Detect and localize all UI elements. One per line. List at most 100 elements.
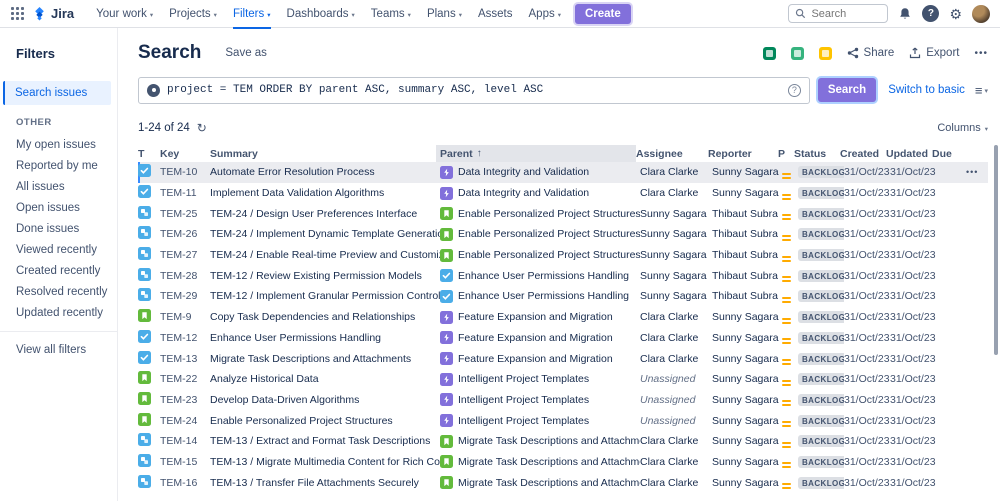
column-header-status[interactable]: Status [794,145,840,162]
nav-item-dashboards[interactable]: Dashboards▾ [279,0,363,28]
issue-key[interactable]: TEM-24 [160,415,210,427]
issue-key[interactable]: TEM-12 [160,332,210,344]
issue-parent[interactable]: Migrate Task Descriptions and Attachment… [440,455,640,468]
issue-key[interactable]: TEM-13 [160,353,210,365]
issue-parent[interactable]: Feature Expansion and Migration [440,352,640,365]
help-icon[interactable]: ? [922,5,939,22]
issue-summary[interactable]: TEM-13 / Extract and Format Task Descrip… [210,435,440,447]
issue-summary[interactable]: TEM-12 / Implement Granular Permission C… [210,290,440,302]
issue-row-tem-25[interactable]: TEM-25TEM-24 / Design User Preferences I… [138,203,988,224]
issue-parent[interactable]: Migrate Task Descriptions and Attachment… [440,435,640,448]
issue-summary[interactable]: Automate Error Resolution Process [210,166,440,178]
issue-parent[interactable]: Intelligent Project Templates [440,393,640,406]
columns-button[interactable]: Columns ▾ [937,122,988,134]
issue-summary[interactable]: TEM-24 / Enable Real-time Preview and Cu… [210,249,440,261]
global-search-input[interactable] [811,8,881,20]
issue-row-tem-22[interactable]: TEM-22Analyze Historical DataIntelligent… [138,369,988,390]
issue-summary[interactable]: Analyze Historical Data [210,373,440,385]
share-button[interactable]: Share [847,47,895,59]
refresh-icon[interactable]: ↻ [197,121,207,135]
issue-row-tem-23[interactable]: TEM-23Develop Data-Driven AlgorithmsInte… [138,390,988,411]
nav-item-filters[interactable]: Filters▾ [225,0,279,28]
column-header-t[interactable]: T [138,145,160,162]
issue-parent[interactable]: Enable Personalized Project Structures [440,207,640,220]
issue-key[interactable]: TEM-14 [160,435,210,447]
issue-summary[interactable]: Develop Data-Driven Algorithms [210,394,440,406]
issue-key[interactable]: TEM-15 [160,456,210,468]
issue-row-tem-28[interactable]: TEM-28TEM-12 / Review Existing Permissio… [138,265,988,286]
issue-key[interactable]: TEM-22 [160,373,210,385]
issue-row-tem-16[interactable]: TEM-16TEM-13 / Transfer File Attachments… [138,472,988,493]
issue-parent[interactable]: Data Integrity and Validation [440,166,640,179]
column-header-assignee[interactable]: Assignee [636,145,708,162]
addon-app-icon-2[interactable] [791,47,804,60]
syntax-help-icon[interactable]: ? [788,84,801,97]
issue-row-tem-11[interactable]: TEM-11Implement Data Validation Algorith… [138,183,988,204]
issue-parent[interactable]: Enhance User Permissions Handling [440,269,640,282]
issue-row-tem-14[interactable]: TEM-14TEM-13 / Extract and Format Task D… [138,431,988,452]
issue-parent[interactable]: Data Integrity and Validation [440,187,640,200]
column-header-parent[interactable]: Parent↑ [436,145,636,162]
sidebar-item-viewed-recently[interactable]: Viewed recently [0,239,117,260]
issue-summary[interactable]: Copy Task Dependencies and Relationships [210,311,440,323]
issue-summary[interactable]: Migrate Task Descriptions and Attachment… [210,353,440,365]
row-actions-icon[interactable]: ••• [966,167,978,177]
issue-key[interactable]: TEM-28 [160,270,210,282]
issue-row-tem-12[interactable]: TEM-12Enhance User Permissions HandlingF… [138,328,988,349]
issue-summary[interactable]: TEM-12 / Review Existing Permission Mode… [210,270,440,282]
column-header-created[interactable]: Created [840,145,886,162]
issue-summary[interactable]: TEM-13 / Migrate Multimedia Content for … [210,456,440,468]
nav-item-teams[interactable]: Teams▾ [363,0,419,28]
issue-parent[interactable]: Intelligent Project Templates [440,373,640,386]
nav-item-your-work[interactable]: Your work▾ [88,0,161,28]
settings-gear-icon[interactable]: ⚙ [949,7,962,21]
issue-parent[interactable]: Enable Personalized Project Structures [440,228,640,241]
column-header-reporter[interactable]: Reporter [708,145,778,162]
issue-parent[interactable]: Enable Personalized Project Structures [440,249,640,262]
issue-row-tem-9[interactable]: TEM-9Copy Task Dependencies and Relation… [138,307,988,328]
issue-key[interactable]: TEM-16 [160,477,210,489]
header-more-icon[interactable]: ••• [974,48,988,59]
app-switcher-icon[interactable] [10,6,26,22]
sidebar-item-reported-by-me[interactable]: Reported by me [0,155,117,176]
column-header-due[interactable]: Due [932,145,962,162]
issue-parent[interactable]: Feature Expansion and Migration [440,311,640,324]
issue-key[interactable]: TEM-26 [160,228,210,240]
search-button[interactable]: Search [818,78,876,102]
issue-parent[interactable]: Migrate Task Descriptions and Attachment… [440,476,640,489]
issue-key[interactable]: TEM-11 [160,187,210,199]
save-as-button[interactable]: Save as [225,47,267,59]
jql-input[interactable] [167,84,781,96]
column-header-updated[interactable]: Updated [886,145,932,162]
sidebar-item-created-recently[interactable]: Created recently [0,260,117,281]
issue-row-tem-29[interactable]: TEM-29TEM-12 / Implement Granular Permis… [138,286,988,307]
issue-summary[interactable]: TEM-24 / Implement Dynamic Template Gene… [210,228,440,240]
create-button[interactable]: Create [575,4,631,24]
issue-summary[interactable]: TEM-13 / Transfer File Attachments Secur… [210,477,440,489]
scrollbar-thumb[interactable] [994,145,998,355]
issue-parent[interactable]: Intelligent Project Templates [440,414,640,427]
nav-item-assets[interactable]: Assets [470,0,521,28]
issue-parent[interactable]: Feature Expansion and Migration [440,331,640,344]
addon-app-icon-1[interactable] [763,47,776,60]
nav-item-plans[interactable]: Plans▾ [419,0,470,28]
view-options-icon[interactable]: ≡ ▾ [965,83,988,98]
issue-parent[interactable]: Enhance User Permissions Handling [440,290,640,303]
issue-row-tem-15[interactable]: TEM-15TEM-13 / Migrate Multimedia Conten… [138,452,988,473]
sidebar-item-done-issues[interactable]: Done issues [0,218,117,239]
jql-query-box[interactable]: ? [138,77,810,104]
issue-row-tem-26[interactable]: TEM-26TEM-24 / Implement Dynamic Templat… [138,224,988,245]
sidebar-item-updated-recently[interactable]: Updated recently [0,302,117,323]
sidebar-item-open-issues[interactable]: Open issues [0,197,117,218]
export-button[interactable]: Export [909,47,959,59]
switch-to-basic-link[interactable]: Switch to basic [888,84,965,96]
issue-summary[interactable]: Implement Data Validation Algorithms [210,187,440,199]
column-header-key[interactable]: Key [160,145,210,162]
issue-key[interactable]: TEM-27 [160,249,210,261]
column-header-summary[interactable]: Summary [210,145,440,162]
issue-key[interactable]: TEM-9 [160,311,210,323]
nav-item-apps[interactable]: Apps▾ [521,0,569,28]
column-header-p[interactable]: P [778,145,794,162]
sidebar-item-view-all-filters[interactable]: View all filters [0,339,117,360]
sidebar-item-search-issues[interactable]: Search issues [3,81,111,105]
